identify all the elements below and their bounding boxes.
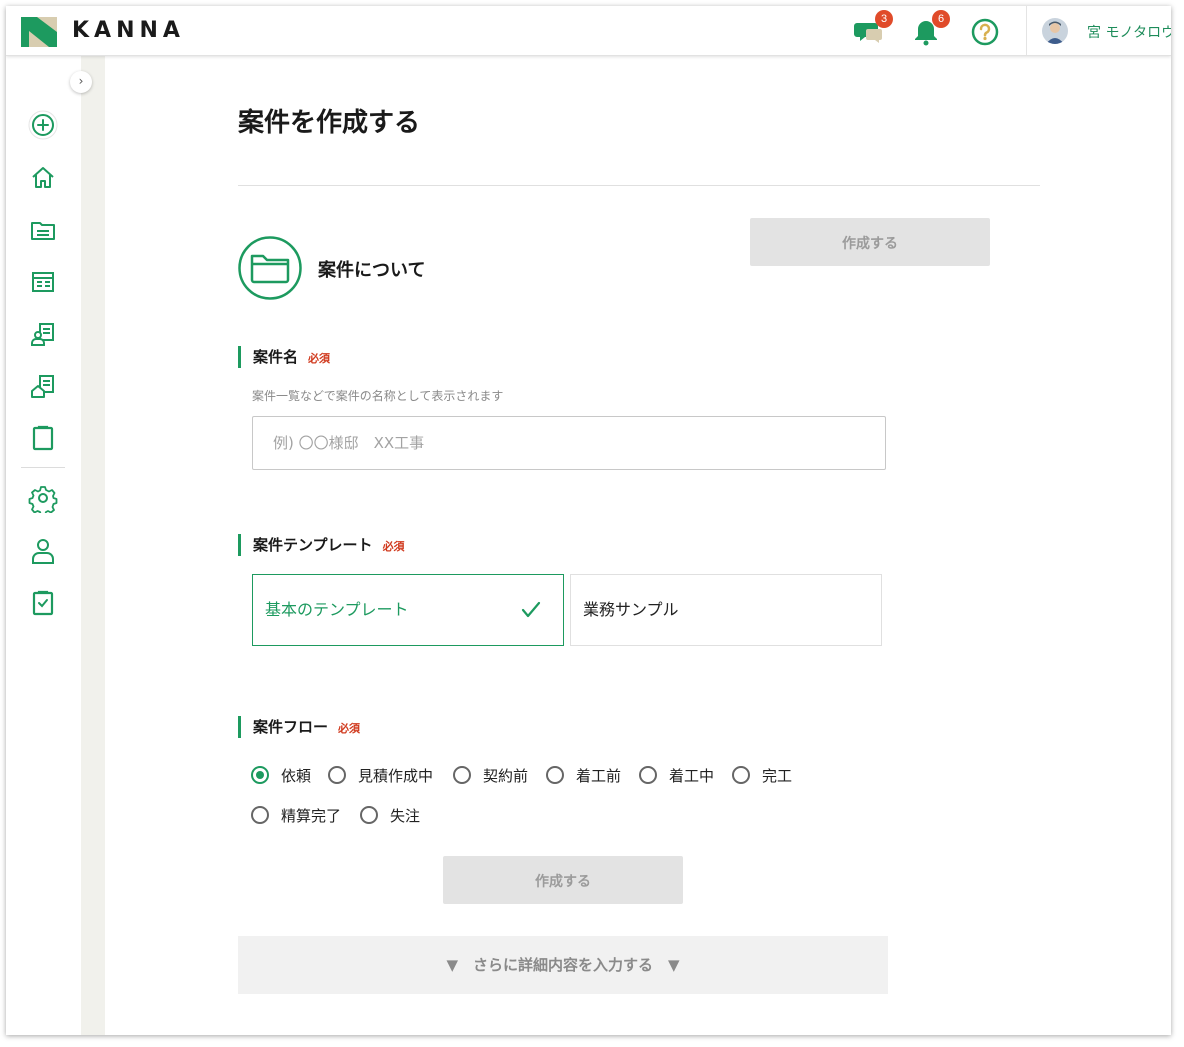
header-divider (1026, 6, 1027, 55)
radio-label: 着工中 (669, 766, 715, 785)
chat-count-badge: 3 (875, 10, 893, 28)
radio-label: 失注 (390, 806, 421, 825)
title-divider (238, 185, 1040, 186)
template-option-label: 業務サンプル (583, 600, 679, 619)
sidebar-strip (81, 56, 105, 1035)
create-button-top[interactable]: 作成する (750, 218, 990, 266)
sidebar-expand-button[interactable]: › (70, 71, 92, 93)
notification-button[interactable]: 6 (911, 10, 950, 47)
help-icon (971, 18, 999, 46)
section-title: 案件について (318, 260, 426, 281)
radio-label: 精算完了 (281, 806, 342, 825)
radio-label: 完工 (762, 766, 793, 785)
kanna-logo-icon[interactable] (21, 17, 57, 47)
clipboard-icon[interactable] (28, 423, 58, 453)
user-name[interactable]: 宮 モノタロウ (1087, 22, 1171, 42)
chat-button[interactable]: 3 (854, 10, 893, 47)
add-circle-icon[interactable] (28, 110, 58, 140)
project-name-label: 案件名 必須 (238, 346, 330, 368)
user-icon[interactable] (28, 536, 58, 566)
flow-radio-chakkoumae[interactable]: 着工前 (546, 763, 621, 787)
flow-radio-mitsumori[interactable]: 見積作成中 (328, 763, 433, 787)
radio-label: 見積作成中 (358, 766, 434, 785)
radio-icon (732, 766, 750, 784)
gear-icon[interactable] (28, 483, 58, 513)
app-window: KANNA 3 6 宮 モノタロウ › 案件を作成する 作成する 案件について … (6, 6, 1171, 1035)
flow-radio-keiyakumae[interactable]: 契約前 (453, 763, 528, 787)
check-icon (521, 601, 541, 618)
flow-radio-chakkouchu[interactable]: 着工中 (639, 763, 714, 787)
help-button[interactable] (970, 17, 1000, 47)
radio-icon (546, 766, 564, 784)
notification-count-badge: 6 (932, 10, 950, 28)
document-list-icon[interactable] (28, 267, 58, 297)
template-label-text: 案件テンプレート (253, 536, 373, 554)
flow-radio-kankou[interactable]: 完工 (732, 763, 792, 787)
template-option-basic[interactable]: 基本のテンプレート (252, 574, 564, 646)
project-name-label-text: 案件名 (253, 348, 299, 366)
house-document-icon[interactable] (28, 371, 58, 401)
radio-icon (328, 766, 346, 784)
top-header: KANNA 3 6 宮 モノタロウ (6, 6, 1171, 56)
radio-label: 着工前 (576, 766, 622, 785)
expand-details-button[interactable]: ▼ さらに詳細内容を入力する ▼ (238, 936, 888, 994)
radio-icon (453, 766, 471, 784)
project-name-input[interactable] (252, 416, 886, 470)
project-name-help: 案件一覧などで案件の名称として表示されます (252, 389, 504, 403)
required-badge: 必須 (338, 722, 361, 735)
clipboard-check-icon[interactable] (28, 588, 58, 618)
user-avatar[interactable] (1042, 18, 1068, 44)
radio-label: 依頼 (281, 766, 312, 785)
template-option-sample[interactable]: 業務サンプル (570, 574, 882, 646)
folder-icon[interactable] (28, 215, 58, 245)
radio-label: 契約前 (483, 766, 529, 785)
required-badge: 必須 (308, 352, 331, 365)
flow-label-text: 案件フロー (253, 718, 329, 736)
radio-icon (639, 766, 657, 784)
flow-label: 案件フロー 必須 (238, 716, 360, 738)
flow-radio-seisan[interactable]: 精算完了 (251, 803, 341, 827)
home-icon[interactable] (28, 163, 58, 193)
create-button-bottom[interactable]: 作成する (443, 856, 683, 904)
folder-section-icon (238, 236, 302, 300)
radio-icon (251, 806, 269, 824)
radio-icon (360, 806, 378, 824)
flow-radio-shicchu[interactable]: 失注 (360, 803, 420, 827)
person-document-icon[interactable] (28, 319, 58, 349)
logo-text: KANNA (72, 18, 185, 43)
page-title: 案件を作成する (238, 108, 421, 138)
sidebar-divider (21, 467, 65, 468)
template-option-label: 基本のテンプレート (265, 600, 409, 619)
required-badge: 必須 (382, 540, 405, 553)
radio-checked-icon (251, 766, 269, 784)
flow-radio-irai[interactable]: 依頼 (251, 763, 311, 787)
template-label: 案件テンプレート 必須 (238, 534, 405, 556)
